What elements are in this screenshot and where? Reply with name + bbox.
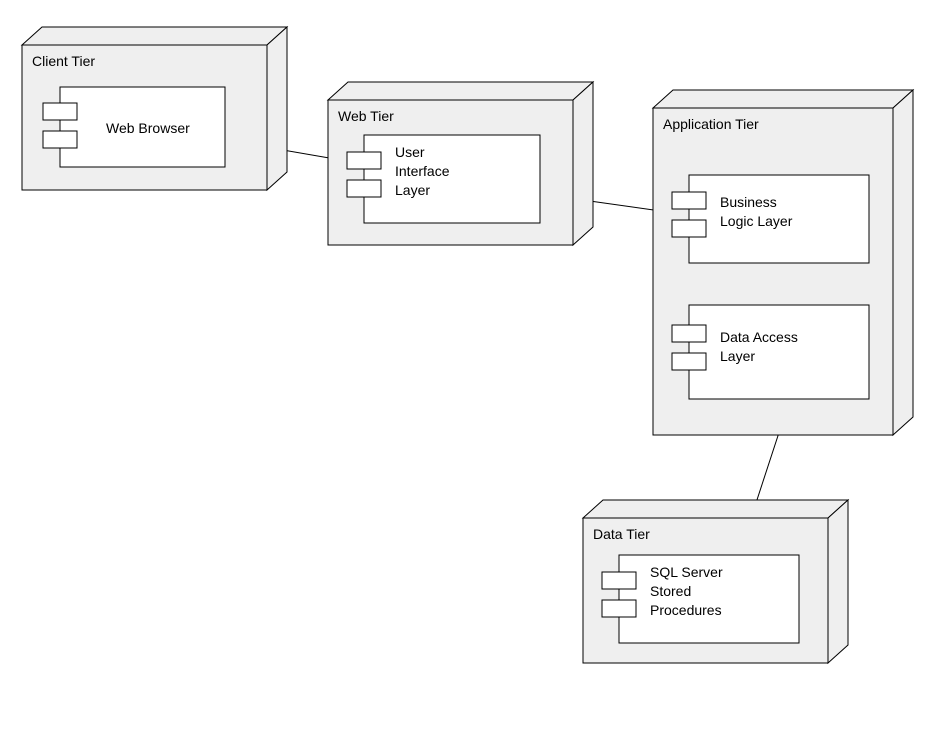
data-tier-label: Data Tier xyxy=(593,525,650,544)
sql-server-label: SQL Server Stored Procedures xyxy=(650,563,723,620)
deployment-diagram xyxy=(0,0,932,732)
ui-layer-label: User Interface Layer xyxy=(395,143,449,200)
client-tier-label: Client Tier xyxy=(32,52,95,71)
application-tier-label: Application Tier xyxy=(663,115,759,134)
data-access-label: Data Access Layer xyxy=(720,328,798,366)
web-tier-label: Web Tier xyxy=(338,107,394,126)
web-browser-label: Web Browser xyxy=(106,119,190,138)
business-logic-label: Business Logic Layer xyxy=(720,193,792,231)
